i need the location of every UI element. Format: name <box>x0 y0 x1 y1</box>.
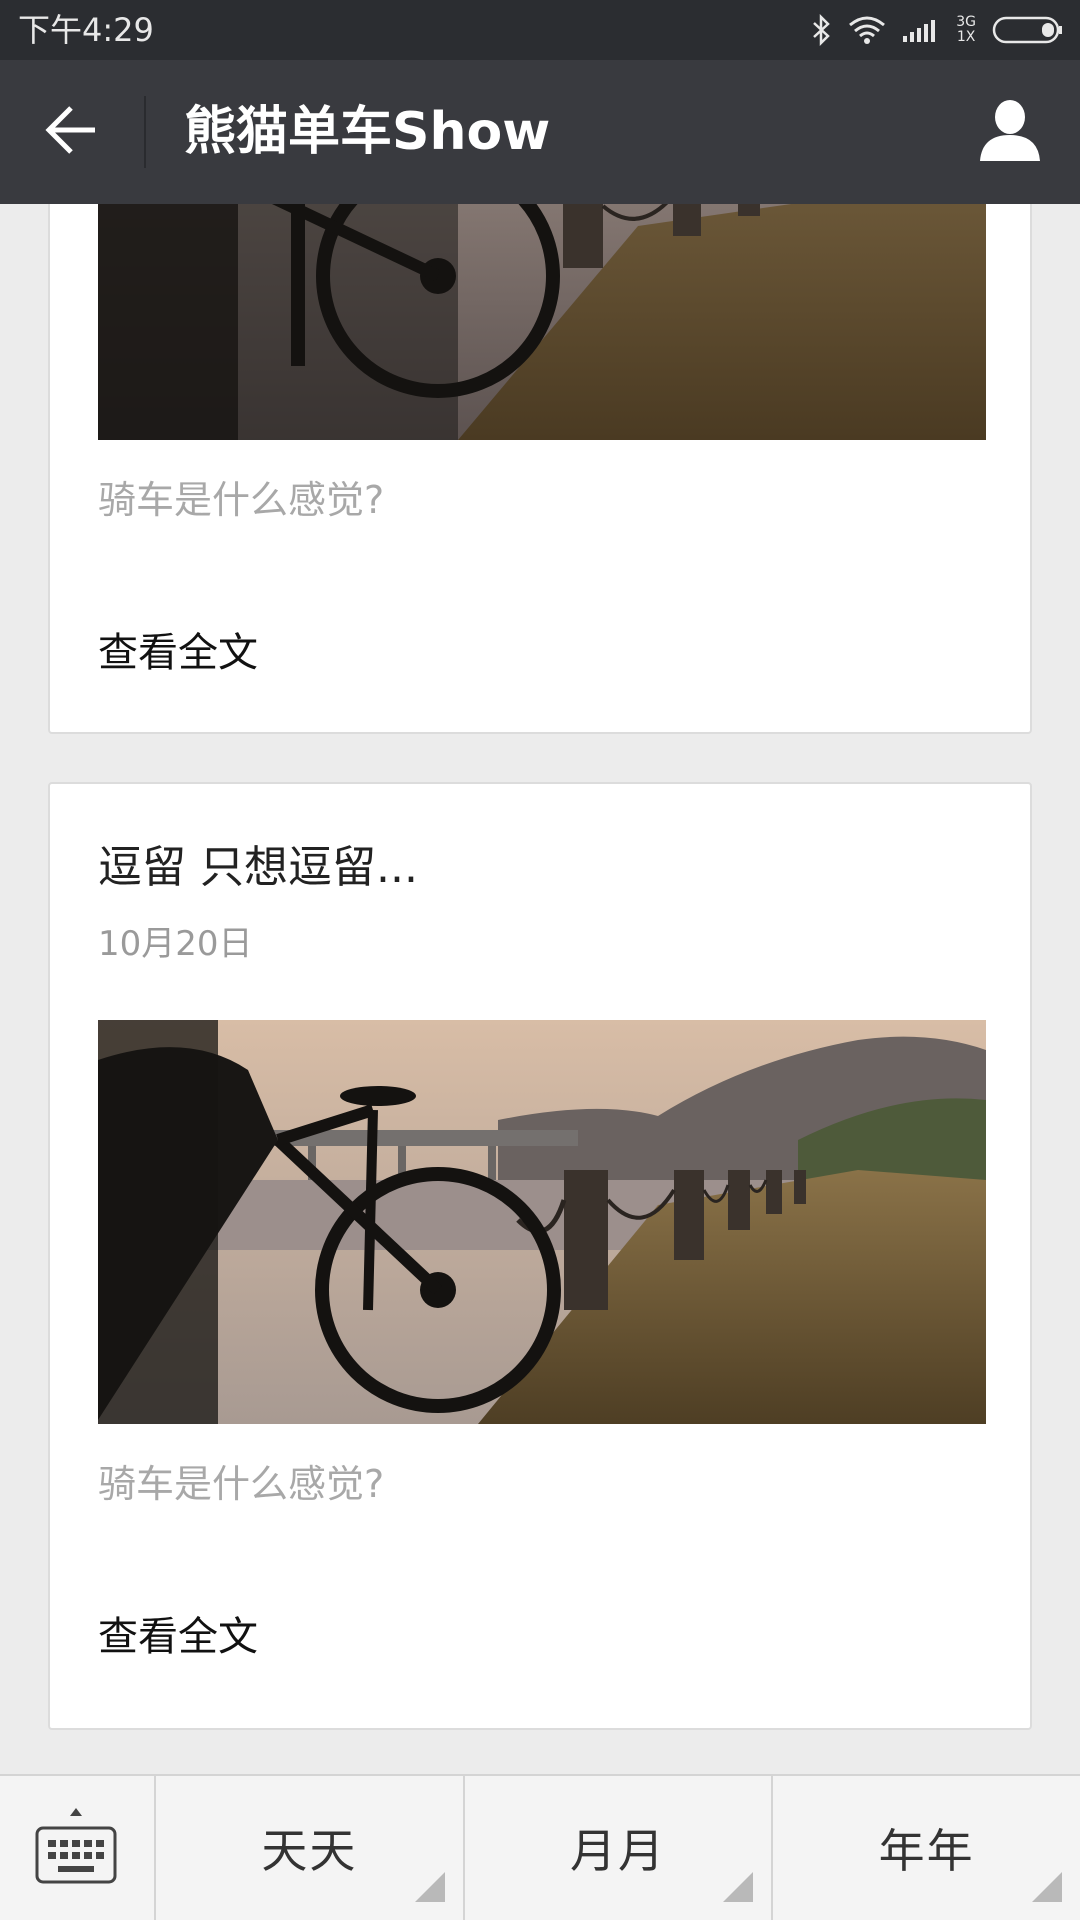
status-bar: 下午4:29 3G 1X <box>0 0 1080 60</box>
submenu-indicator-icon <box>414 1872 445 1902</box>
article-digest: 骑车是什么感觉? <box>98 478 385 522</box>
keyboard-toggle-button[interactable] <box>0 1776 156 1920</box>
arrow-left-icon <box>45 105 99 159</box>
article-cover-image <box>98 1020 986 1424</box>
wifi-icon <box>848 15 886 45</box>
status-icons: 3G 1X <box>810 12 1064 48</box>
article-card[interactable]: 骑车是什么感觉? 查看全文 <box>48 204 1032 734</box>
status-time: 下午4:29 <box>18 11 154 49</box>
article-list[interactable]: 骑车是什么感觉? 查看全文 逗留 只想逗留... 10月20日 骑车是什么感觉?… <box>0 204 1080 1774</box>
submenu-indicator-icon <box>723 1872 754 1902</box>
bluetooth-icon <box>810 14 832 46</box>
menu-item-yearly[interactable]: 年年 <box>773 1776 1080 1920</box>
person-icon <box>978 99 1042 165</box>
menu-item-label: 年年 <box>878 1824 975 1878</box>
menu-item-monthly[interactable]: 月月 <box>465 1776 774 1920</box>
read-more-link[interactable]: 查看全文 <box>98 1612 258 1662</box>
network-type: 3G 1X <box>956 15 976 45</box>
battery-icon <box>992 16 1064 44</box>
bottom-menu: 天天 月月 年年 <box>0 1774 1080 1920</box>
article-title: 逗留 只想逗留... <box>98 842 418 893</box>
submenu-indicator-icon <box>1032 1872 1063 1902</box>
menu-item-label: 天天 <box>261 1824 358 1878</box>
profile-button[interactable] <box>974 96 1046 168</box>
title-bar: 熊猫单车Show <box>0 60 1080 204</box>
menu-item-label: 月月 <box>570 1824 666 1878</box>
read-more-link[interactable]: 查看全文 <box>98 628 258 678</box>
network-type-top: 3G <box>956 14 976 30</box>
signal-icon <box>902 16 940 44</box>
network-type-bottom: 1X <box>956 29 976 45</box>
article-cover-image <box>98 204 986 440</box>
article-date: 10月20日 <box>98 924 253 964</box>
article-card[interactable]: 逗留 只想逗留... 10月20日 骑车是什么感觉? 查看全文 <box>48 782 1032 1730</box>
back-button[interactable] <box>30 96 114 168</box>
article-digest: 骑车是什么感觉? <box>98 1462 385 1506</box>
menu-item-daily[interactable]: 天天 <box>156 1776 465 1920</box>
title-divider <box>144 96 146 168</box>
page-title: 熊猫单车Show <box>184 102 551 162</box>
